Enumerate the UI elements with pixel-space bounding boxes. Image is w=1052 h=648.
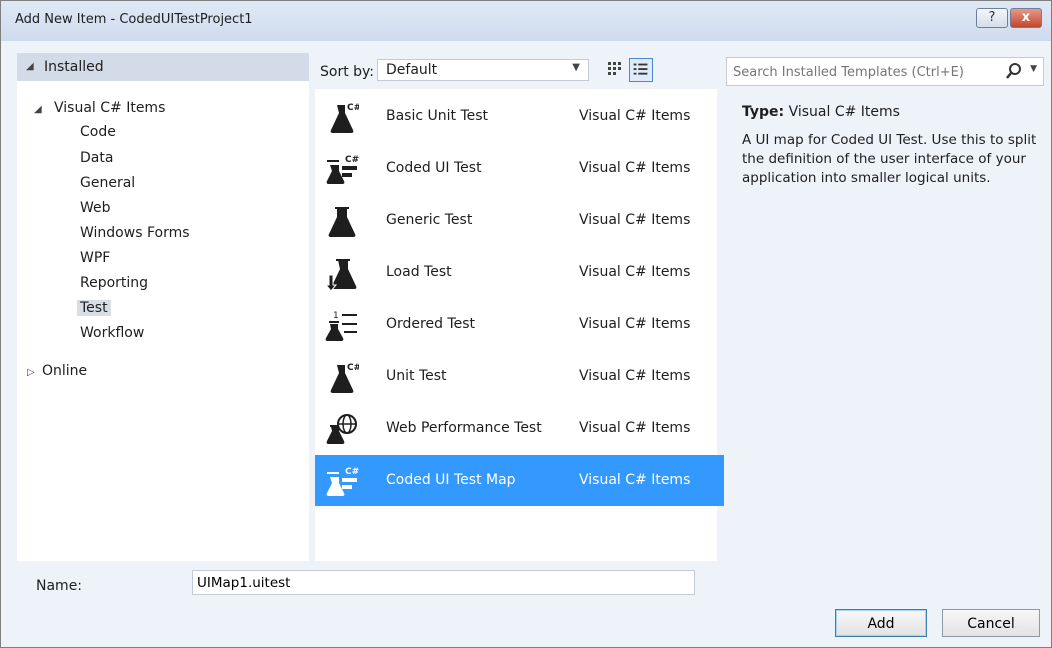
help-button[interactable]: ? [976, 8, 1008, 28]
search-input[interactable] [727, 58, 1005, 87]
template-name: Load Test [386, 264, 452, 280]
installed-header[interactable]: ◢ Installed [17, 53, 309, 81]
template-category: Visual C# Items [579, 472, 691, 488]
collapsed-triangle-icon[interactable]: ▷ [27, 367, 35, 378]
template-name: Web Performance Test [386, 420, 542, 436]
template-type: Type: Visual C# Items [742, 104, 900, 120]
coded-ui-test-map-icon: C# [326, 467, 359, 496]
search-icon[interactable] [1005, 62, 1023, 80]
flask-csharp-icon: C# [330, 362, 359, 393]
template-row[interactable]: C# Coded UI Test Visual C# Items [315, 143, 724, 194]
template-name: Basic Unit Test [386, 108, 489, 124]
template-row[interactable]: C# Unit Test Visual C# Items [315, 351, 724, 402]
template-row-selected[interactable]: C# Coded UI Test Map Visual C# Items [315, 455, 724, 506]
tree-item-reporting[interactable]: Reporting [80, 275, 148, 291]
template-category: Visual C# Items [579, 160, 691, 176]
template-category: Visual C# Items [579, 212, 691, 228]
template-name: Coded UI Test Map [386, 472, 516, 488]
search-options-arrow-icon[interactable]: ▼ [1030, 64, 1037, 74]
tree-item-online[interactable]: Online [42, 363, 87, 379]
installed-label: Installed [44, 59, 104, 75]
details-view-icon[interactable] [629, 58, 653, 82]
add-new-item-dialog: Add New Item - CodedUITestProject1 ? x ◢… [0, 0, 1052, 648]
flask-icon [328, 207, 356, 237]
template-row[interactable]: 1 Ordered Test Visual C# Items [315, 299, 724, 350]
tree-item-wpf[interactable]: WPF [80, 250, 110, 266]
sort-by-label: Sort by: [320, 64, 375, 80]
search-box: ▼ [726, 57, 1044, 87]
template-category: Visual C# Items [579, 420, 691, 436]
tree-item-workflow[interactable]: Workflow [80, 325, 144, 341]
medium-icons-view-icon[interactable] [603, 58, 627, 82]
add-button[interactable]: Add [835, 609, 927, 637]
name-field[interactable] [192, 570, 695, 595]
sort-by-dropdown[interactable]: Default ▼ [377, 59, 589, 81]
svg-text:C#: C# [347, 103, 359, 113]
cancel-button[interactable]: Cancel [942, 609, 1040, 637]
svg-text:1: 1 [333, 311, 339, 321]
category-tree-panel: ◢ Installed ◢ Visual C# Items Code Data … [17, 53, 309, 561]
tree-item-code[interactable]: Code [80, 124, 116, 140]
template-row[interactable]: Web Performance Test Visual C# Items [315, 403, 724, 454]
template-category: Visual C# Items [579, 108, 691, 124]
close-button[interactable]: x [1010, 8, 1042, 28]
svg-text:C#: C# [347, 363, 359, 373]
flask-csharp-icon: C# [330, 102, 359, 133]
tree-item-web[interactable]: Web [80, 200, 111, 216]
template-name: Coded UI Test [386, 160, 482, 176]
coded-ui-test-icon: C# [326, 155, 359, 184]
tree-item-test[interactable]: Test [77, 300, 111, 316]
load-test-icon [325, 259, 357, 291]
template-name: Generic Test [386, 212, 473, 228]
template-name: Ordered Test [386, 316, 475, 332]
svg-text:C#: C# [345, 467, 359, 477]
template-row[interactable]: Load Test Visual C# Items [315, 247, 724, 298]
template-category: Visual C# Items [579, 368, 691, 384]
template-category: Visual C# Items [579, 316, 691, 332]
template-name: Unit Test [386, 368, 447, 384]
tree-item-visual-csharp[interactable]: Visual C# Items [54, 100, 165, 116]
tree-item-windows-forms[interactable]: Windows Forms [80, 225, 190, 241]
template-row[interactable]: C# Basic Unit Test Visual C# Items [315, 91, 724, 142]
type-value: Visual C# Items [788, 104, 900, 120]
expand-triangle-icon[interactable]: ◢ [34, 104, 42, 115]
collapse-triangle-icon[interactable]: ◢ [26, 61, 34, 72]
tree-item-data[interactable]: Data [80, 150, 113, 166]
template-row[interactable]: Generic Test Visual C# Items [315, 195, 724, 246]
template-description: A UI map for Coded UI Test. Use this to … [742, 132, 1037, 186]
template-toolbar: Sort by: Default ▼ [315, 53, 717, 89]
name-label: Name: [36, 578, 83, 594]
window-title: Add New Item - CodedUITestProject1 [15, 12, 253, 27]
sort-by-value: Default [386, 62, 438, 78]
template-category: Visual C# Items [579, 264, 691, 280]
ordered-test-icon: 1 [325, 311, 357, 341]
svg-text:C#: C# [345, 155, 359, 165]
type-label: Type: [742, 104, 785, 120]
web-performance-icon [326, 414, 357, 444]
template-list: C# Basic Unit Test Visual C# Items C# Co… [315, 89, 724, 561]
dropdown-arrow-icon: ▼ [572, 62, 580, 73]
title-bar: Add New Item - CodedUITestProject1 ? x [1, 1, 1051, 41]
tree-item-general[interactable]: General [80, 175, 135, 191]
